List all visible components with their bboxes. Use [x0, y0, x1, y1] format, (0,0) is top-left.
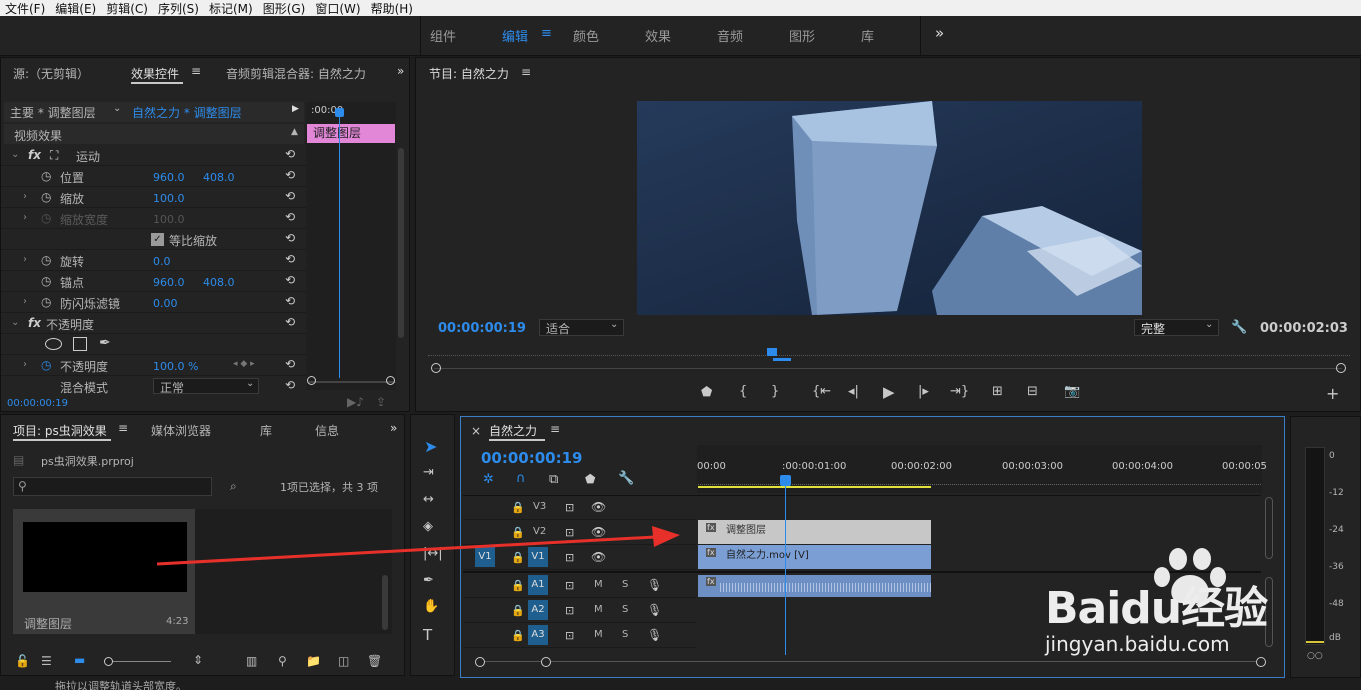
baidu-watermark: Baidu经验 jingyan.baidu.com	[1030, 540, 1330, 670]
status-text: 拖拉以调整轨道头部宽度。	[55, 680, 187, 690]
status-bar: 拖拉以调整轨道头部宽度。	[0, 680, 1361, 690]
watermark-url: jingyan.baidu.com	[1045, 632, 1230, 656]
watermark-brand: Baidu经验	[1045, 583, 1268, 634]
